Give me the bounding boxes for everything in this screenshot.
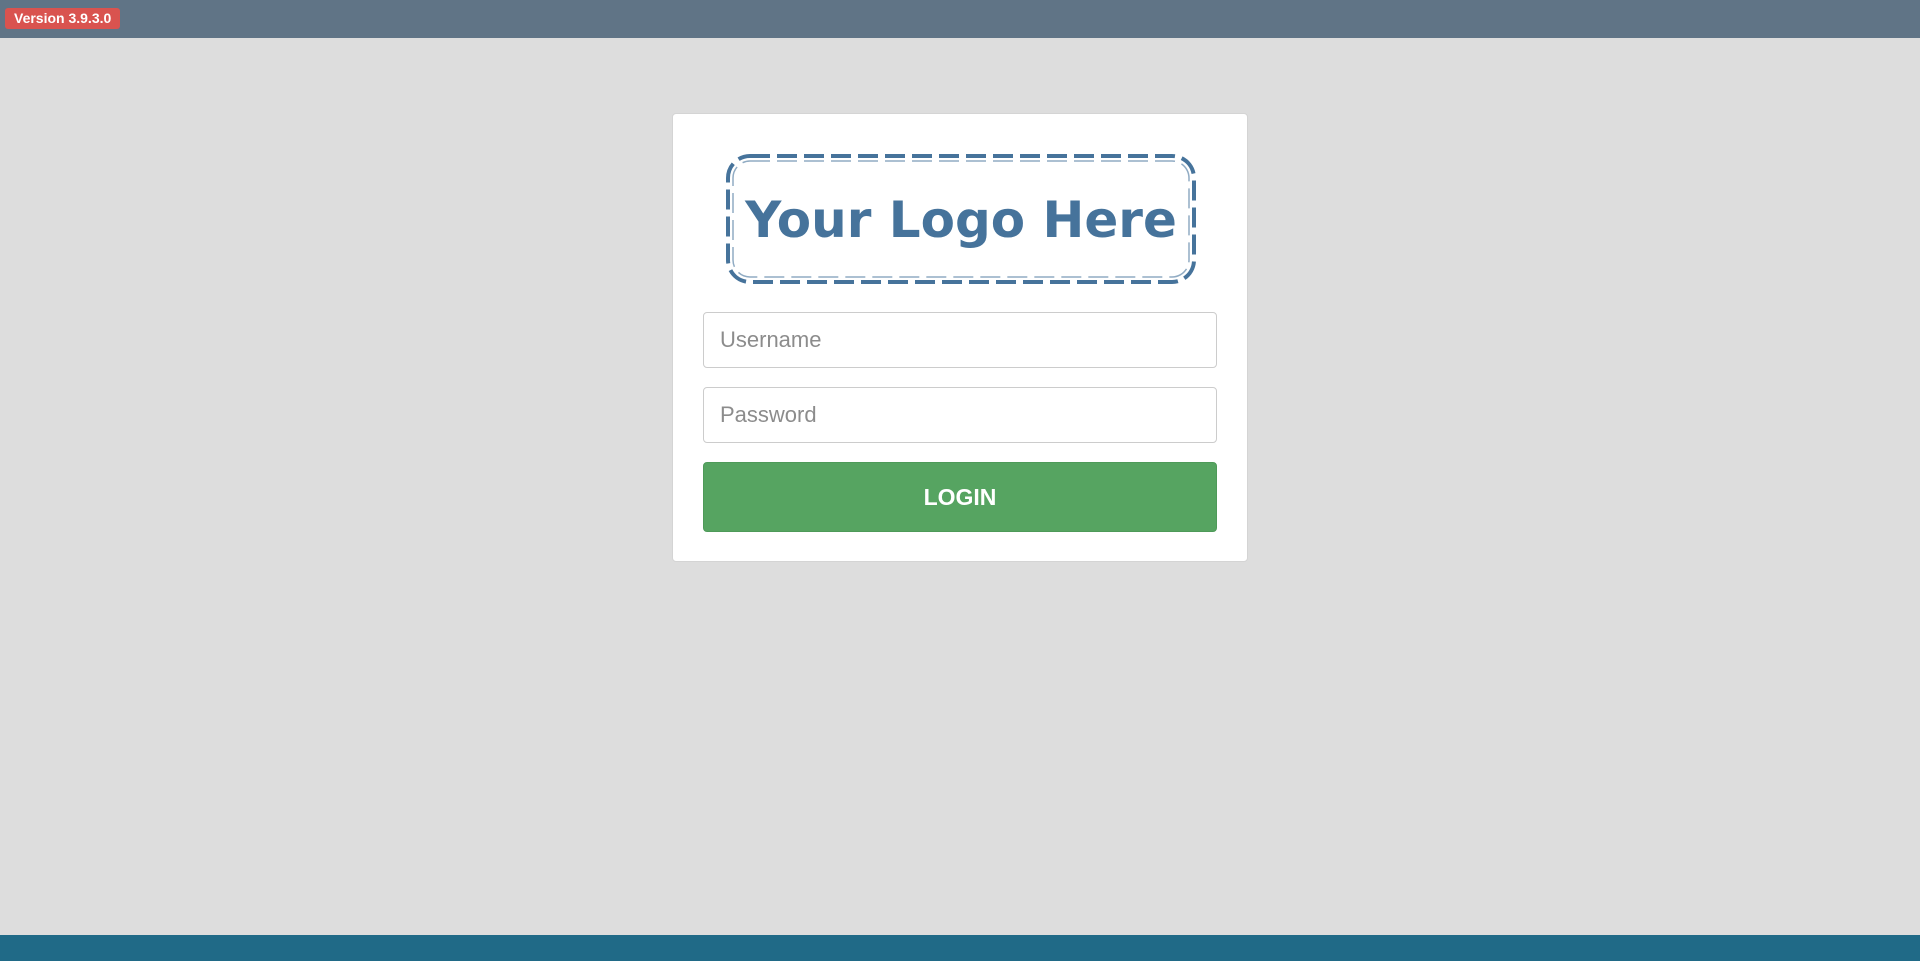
top-bar: Version 3.9.3.0 bbox=[0, 0, 1920, 38]
login-card: Your Logo Here LOGIN bbox=[672, 113, 1248, 562]
username-input[interactable] bbox=[703, 312, 1217, 368]
password-input[interactable] bbox=[703, 387, 1217, 443]
login-button[interactable]: LOGIN bbox=[703, 462, 1217, 532]
logo-text: Your Logo Here bbox=[744, 191, 1177, 249]
footer-bar bbox=[0, 935, 1920, 961]
version-badge: Version 3.9.3.0 bbox=[5, 8, 121, 29]
logo: Your Logo Here bbox=[723, 151, 1199, 287]
